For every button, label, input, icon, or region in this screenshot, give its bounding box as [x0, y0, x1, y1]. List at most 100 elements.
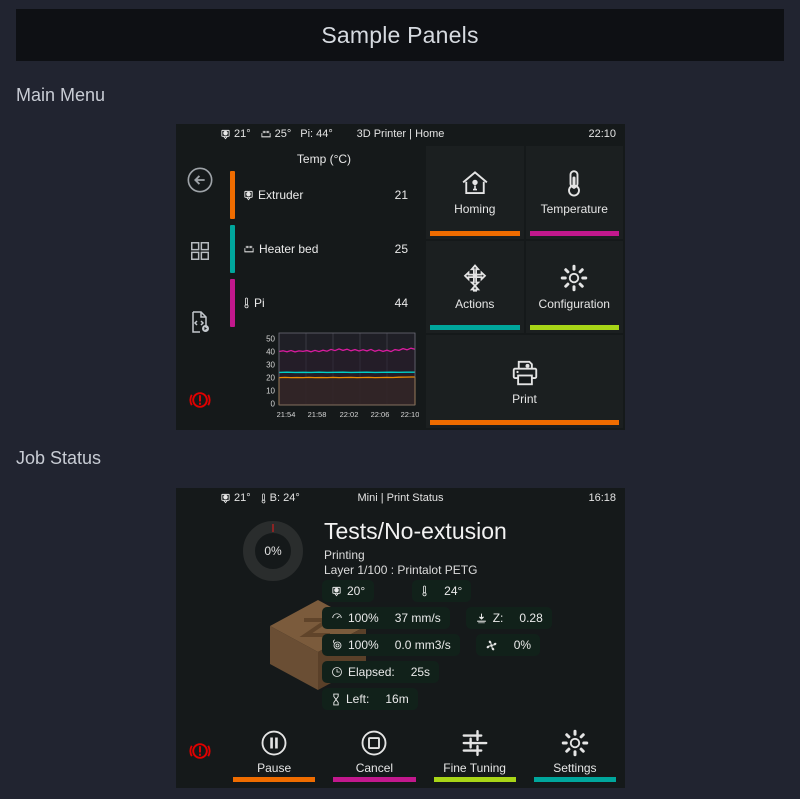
stat-value: 20°: [347, 584, 366, 598]
temp-heading: Temp (°C): [296, 152, 352, 166]
action-label: Fine Tuning: [443, 760, 506, 775]
svg-text:21:54: 21:54: [277, 410, 296, 419]
stat-label: Elapsed:: [348, 665, 395, 679]
svg-text:21:58: 21:58: [308, 410, 327, 419]
fan-icon: [485, 639, 498, 652]
z-offset-icon: [475, 612, 488, 625]
stat-elapsed: Elapsed: 25s: [322, 661, 440, 683]
stat-value-2: 0.0 mm3/s: [394, 638, 451, 652]
action-label: Pause: [257, 760, 292, 775]
job-state: Printing: [324, 548, 365, 562]
speed-icon: [331, 612, 343, 624]
heater-bed-icon: [243, 244, 255, 255]
action-label: Settings: [553, 760, 597, 775]
sidebar-item-emergency-stop[interactable]: [176, 370, 224, 430]
pause-icon: [259, 728, 289, 758]
main-sidebar-rail: [176, 144, 224, 430]
action-underline: [533, 777, 616, 782]
temp-name-group: Extruder: [243, 188, 303, 202]
progress-percent: 0%: [264, 544, 282, 558]
menu-button-configuration[interactable]: Configuration: [525, 240, 623, 334]
stat-label: Z:: [492, 611, 504, 625]
stat-value: 0%: [513, 638, 532, 652]
stat-flow: 100% 0.0 mm3/s: [322, 634, 460, 656]
clock-icon: [331, 666, 343, 678]
emergency-stop-icon: [187, 738, 213, 764]
menu-underline: [430, 325, 520, 331]
temp-row-pi[interactable]: Pi 44: [230, 276, 424, 330]
sliders-icon: [460, 728, 490, 758]
menu-button-homing[interactable]: Homing: [426, 146, 524, 239]
main-statusbar: 21° 25° Pi: 44° 3D Printer | Home 22:10: [176, 124, 625, 144]
svg-text:20: 20: [266, 374, 275, 383]
stat-row: Elapsed: 25s: [322, 661, 570, 683]
temp-name-group: Pi: [243, 296, 265, 310]
temp-color-bar: [230, 225, 235, 273]
temp-value: 21: [394, 188, 408, 202]
move-arrows-icon: [460, 263, 490, 293]
emergency-stop-button[interactable]: [176, 714, 224, 788]
extruder-icon: [243, 190, 254, 201]
temp-row-heater-bed[interactable]: Heater bed 25: [230, 222, 424, 276]
job-layer-info: Layer 1/100 : Printalot PETG: [324, 563, 478, 577]
action-button-pause[interactable]: Pause: [225, 714, 324, 788]
action-button-fine-tuning[interactable]: Fine Tuning: [425, 714, 524, 788]
stat-speed: 100% 37 mm/s: [322, 607, 450, 629]
back-icon: [186, 166, 214, 194]
stat-row: 100% 37 mm/s Z: 0.28: [322, 607, 570, 629]
action-underline: [433, 777, 516, 782]
temp-label: Pi: [254, 296, 265, 310]
stat-value: 100%: [348, 611, 379, 625]
main-statusbar-clock: 22:10: [588, 128, 616, 140]
action-underline: [233, 777, 316, 782]
hourglass-icon: [331, 693, 341, 706]
menu-label: Print: [512, 391, 537, 406]
menu-button-temperature[interactable]: Temperature: [525, 146, 623, 239]
stat-value-2: 37 mm/s: [394, 611, 441, 625]
extruder-icon: [331, 586, 342, 597]
sidebar-item-menu[interactable]: [176, 215, 224, 286]
stat-fan: 0%: [475, 634, 541, 656]
svg-text:30: 30: [266, 361, 275, 370]
app-root: Sample Panels Main Menu Job Status 21° 2…: [0, 0, 800, 799]
job-statusbar-clock: 16:18: [588, 492, 616, 504]
job-status-panel: 21° B: 24° Mini | Print Status 16:18 0% …: [176, 488, 625, 788]
stat-value: 25s: [410, 665, 431, 679]
stat-z-offset: Z: 0.28: [465, 607, 552, 629]
menu-button-actions[interactable]: Actions: [426, 240, 524, 334]
temperature-panel: Temp (°C) Extruder 21 Heater bed 25 Pi 4…: [224, 144, 424, 430]
stat-value: 100%: [348, 638, 379, 652]
main-menu-panel: 21° 25° Pi: 44° 3D Printer | Home 22:10 …: [176, 124, 625, 430]
action-button-settings[interactable]: Settings: [525, 714, 624, 788]
section-label-job-status: Job Status: [16, 448, 102, 468]
grid-icon: [189, 240, 211, 262]
progress-ring: 0%: [242, 520, 304, 582]
stat-row: Left: 16m: [322, 688, 570, 710]
temp-color-bar: [230, 279, 235, 327]
action-button-cancel[interactable]: Cancel: [325, 714, 424, 788]
stat-value: 0.28: [519, 611, 543, 625]
temperature-graph: 0 10 20 30 40 50 21:54 21:58 22:02 22:06…: [254, 331, 419, 426]
main-statusbar-title: 3D Printer | Home: [356, 128, 445, 140]
job-stats: 20° 24° 100% 37 mm/s Z: 0.28 100% 0.0 mm…: [322, 580, 570, 715]
stat-value: 16m: [385, 692, 409, 706]
temp-row-extruder[interactable]: Extruder 21: [230, 168, 424, 222]
action-underline: [333, 777, 416, 782]
stat-value: 24°: [444, 584, 463, 598]
sidebar-item-back[interactable]: [176, 144, 224, 215]
sidebar-item-macros[interactable]: [176, 286, 224, 357]
job-file-title: Tests/No-extusion: [324, 518, 507, 544]
temp-color-bar: [230, 171, 235, 219]
svg-text:50: 50: [266, 335, 275, 344]
menu-button-print[interactable]: Print: [426, 335, 623, 428]
temp-value: 25: [394, 242, 408, 256]
stat-bed-temp: 24°: [412, 580, 472, 602]
menu-underline: [430, 230, 520, 236]
job-status-body: 0% Tests/No-extusion Printing Layer 1/10…: [224, 508, 625, 714]
svg-text:22:10: 22:10: [401, 410, 419, 419]
action-label: Cancel: [355, 760, 394, 775]
job-statusbar: 21° B: 24° Mini | Print Status 16:18: [176, 488, 625, 508]
temp-label: Extruder: [258, 188, 304, 202]
printer-icon: [510, 358, 540, 388]
stat-extruder-temp: 20°: [322, 580, 375, 602]
